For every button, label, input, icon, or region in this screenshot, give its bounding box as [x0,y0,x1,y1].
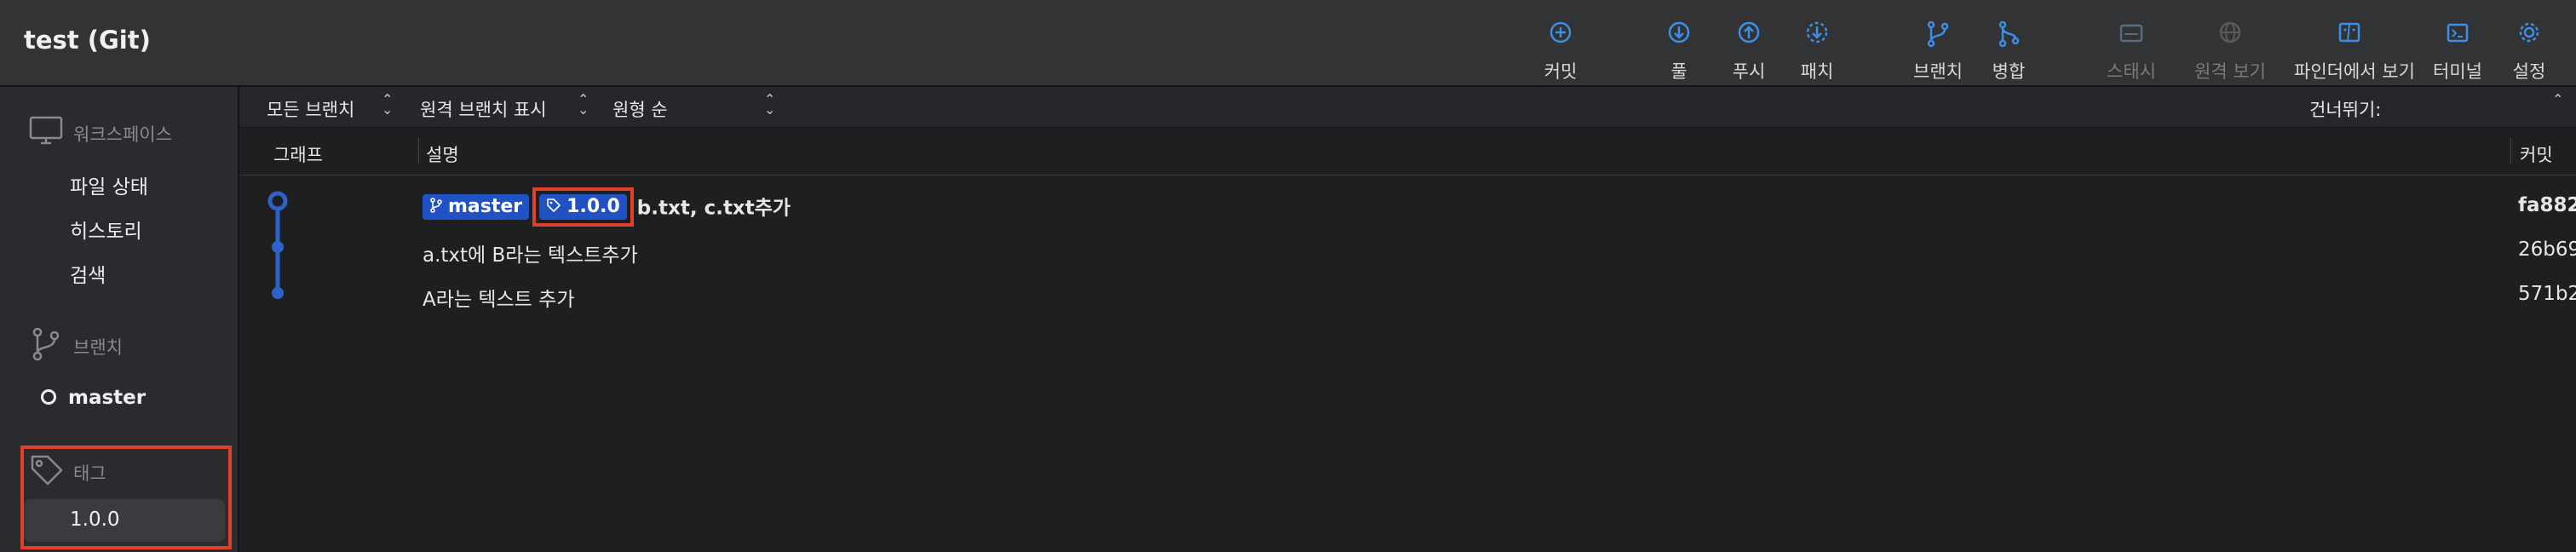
tag-pill: 1.0.0 [539,194,627,220]
sidebar-item-search[interactable]: 검색 [70,259,106,288]
branches-label: 브랜치 [73,337,123,358]
commit-label: 커밋 [1544,61,1578,82]
branch-icon [1927,20,1949,48]
workspace-label: 워크스페이스 [73,124,172,145]
filter-bar: 모든 브랜치 ⌃ ⌄ 원격 브랜치 표시 ⌃ ⌄ 원형 순 ⌃ ⌄ 건너뛰기: ⌃ [239,87,2576,128]
column-divider[interactable] [2510,138,2511,164]
selected-row-bg [24,499,225,542]
fetch-label: 패치 [1800,61,1834,82]
pull-icon [1668,21,1690,43]
column-divider[interactable] [418,138,419,164]
commit-hash: 571b2 [2518,283,2576,305]
finder-icon [2338,22,2360,43]
stash-label: 스태시 [2107,61,2156,82]
fetch-button[interactable]: 패치 [1762,17,1872,83]
table-row[interactable]: master 1.0.0 b.txt, c.txt추가 fa882 [239,182,2576,227]
settings-label: 설정 [2512,61,2546,82]
title-bar: test (Git) 커밋 풀 푸시 패치 브랜치 병합 스태시 원격 보기 파… [0,0,2576,87]
commit-hash: 26b69 [2518,239,2576,261]
current-branch-indicator [41,388,56,405]
branch-icon [430,198,442,213]
tag-icon [31,455,63,486]
commit-button[interactable]: 커밋 [1505,17,1616,83]
updown-chevron-icon: ⌃ ⌄ [764,91,776,118]
order-label: 원형 순 [612,100,668,120]
terminal-icon [2447,23,2469,43]
branch-pill-label: master [448,196,523,217]
updown-chevron-icon: ⌃ ⌄ [578,91,589,118]
fetch-icon [1806,21,1828,43]
show-remote-branches-dropdown[interactable]: 원격 브랜치 표시 ⌃ ⌄ [420,91,590,122]
remote-view-button[interactable]: 원격 보기 [2175,17,2286,83]
sidebar: 워크스페이스 파일 상태 히스토리 검색 브랜치 master 태그 1.0.0 [0,87,239,552]
monitor-icon [29,116,63,145]
all-branches-label: 모든 브랜치 [267,100,355,120]
merge-button[interactable]: 병합 [1953,17,2064,83]
all-branches-dropdown[interactable]: 모든 브랜치 ⌃ ⌄ [267,91,394,122]
commit-hash: fa882 [2518,194,2576,216]
table-row[interactable]: a.txt에 B라는 텍스트추가 26b69 [239,227,2576,271]
remote-view-label: 원격 보기 [2194,61,2266,82]
commit-icon [1550,21,1572,43]
sidebar-item-branch-master[interactable]: master [41,387,146,409]
push-icon [1738,21,1760,43]
tags-label: 태그 [73,463,106,484]
merge-icon [1998,20,2020,48]
branch-name: master [68,387,147,409]
sidebar-item-tag[interactable]: 1.0.0 [70,509,120,531]
updown-chevron-icon: ⌃ ⌄ [382,91,394,118]
commit-description: master 1.0.0 b.txt, c.txt추가 [423,187,791,228]
updown-chevron-icon: ⌃ [2552,91,2564,107]
table-row[interactable]: A라는 텍스트 추가 571b2 [239,271,2576,315]
window-title: test (Git) [24,26,151,55]
skip-label: 건너뛰기: [2309,100,2382,120]
sidebar-item-history[interactable]: 히스토리 [70,215,142,244]
tag-pill-label: 1.0.0 [566,196,620,217]
globe-icon [2219,21,2241,43]
settings-button[interactable]: 설정 [2474,17,2576,83]
show-remote-label: 원격 브랜치 표시 [420,100,547,120]
show-in-finder-button[interactable]: 파인더에서 보기 [2294,17,2415,83]
stash-icon [2119,24,2143,43]
column-commit[interactable]: 커밋 [2520,141,2553,167]
column-description[interactable]: 설명 [426,141,459,167]
commit-message: A라는 텍스트 추가 [423,289,575,311]
column-graph[interactable]: 그래프 [273,141,323,167]
tag-highlight-box: 1.0.0 [532,187,634,227]
merge-label: 병합 [1992,61,2026,82]
branch-pill: master [423,194,530,220]
tag-icon [547,198,561,212]
commit-message: a.txt에 B라는 텍스트추가 [423,244,638,267]
order-dropdown[interactable]: 원형 순 ⌃ ⌄ [612,91,783,122]
main-panel: 모든 브랜치 ⌃ ⌄ 원격 브랜치 표시 ⌃ ⌄ 원형 순 ⌃ ⌄ 건너뛰기: ⌃ 그… [239,87,2576,552]
show-in-finder-label: 파인더에서 보기 [2294,61,2415,82]
gear-icon [2519,22,2539,43]
branch-icon [32,327,60,361]
column-header: 그래프 설명 커밋 [239,128,2576,175]
commit-message: b.txt, c.txt추가 [636,197,791,220]
stash-button[interactable]: 스태시 [2076,17,2187,83]
sidebar-item-file-status[interactable]: 파일 상태 [70,170,148,199]
